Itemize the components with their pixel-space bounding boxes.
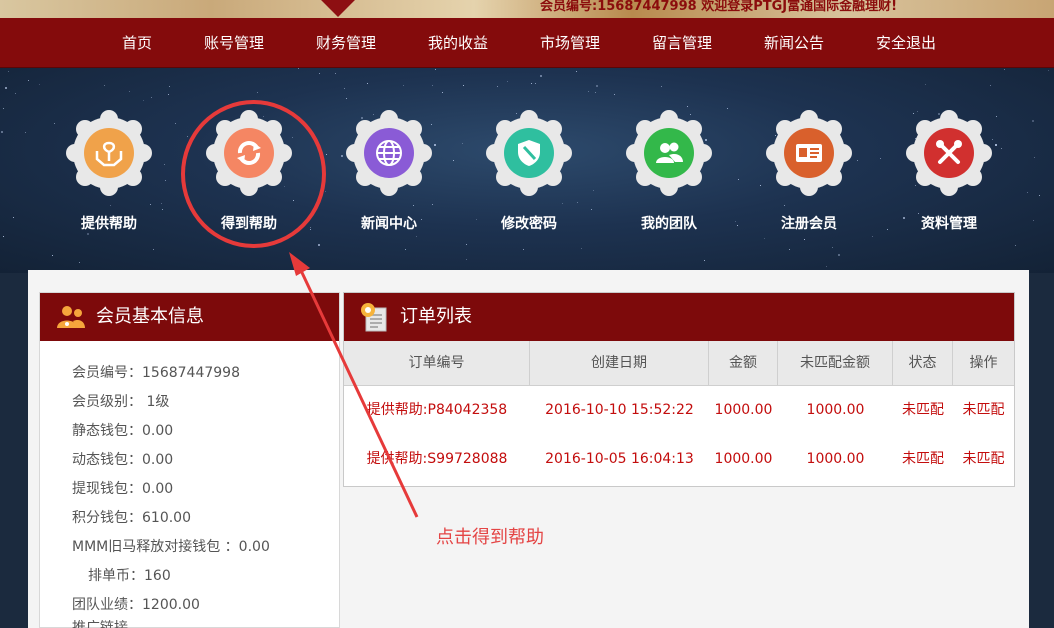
- annotation-hint: 点击得到帮助: [436, 527, 544, 548]
